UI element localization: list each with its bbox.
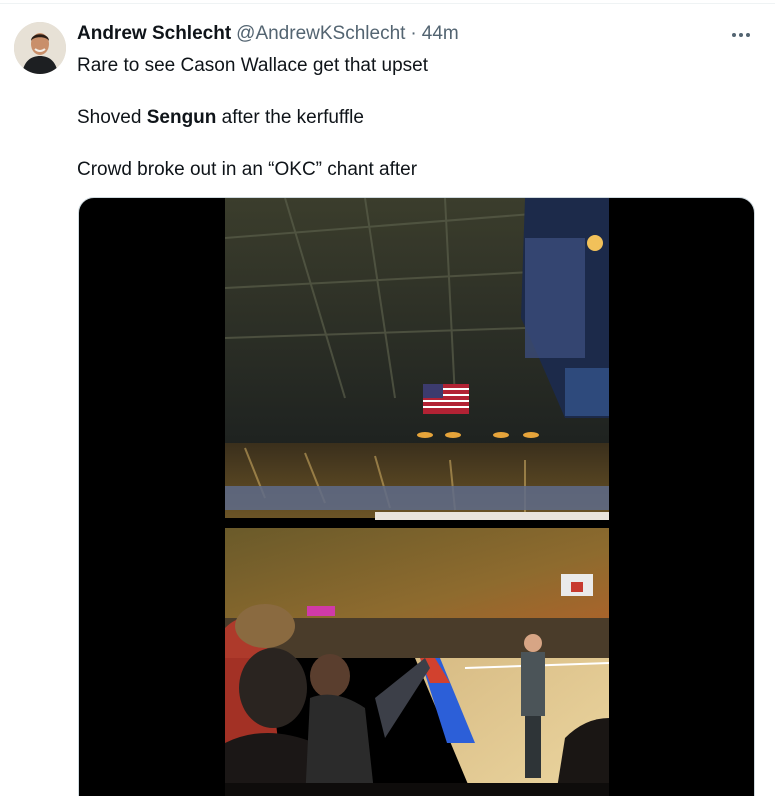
video-thumbnail[interactable] — [225, 198, 609, 796]
tweet-header: Andrew Schlecht @AndrewKSchlecht · 44m — [77, 22, 459, 46]
header-separator: · — [410, 23, 417, 44]
tweet-line-3: Crowd broke out in an “OKC” chant after — [77, 159, 418, 180]
tweet-line-2-bold: Sengun — [146, 107, 217, 128]
tweet-line-1: Rare to see Cason Wallace get that upset — [77, 55, 428, 76]
tweet-video[interactable] — [78, 197, 755, 796]
author-display-name[interactable]: Andrew Schlecht — [77, 23, 231, 45]
tweet[interactable]: Andrew Schlecht @AndrewKSchlecht · 44m R… — [0, 4, 775, 796]
tweet-line-2-prefix: Shoved — [77, 107, 147, 128]
author-handle[interactable]: @AndrewKSchlecht — [236, 23, 405, 45]
tweet-text: Rare to see Cason Wallace get that upset… — [77, 54, 737, 182]
author-avatar[interactable] — [14, 22, 66, 74]
tweet-line-2-suffix: after the kerfuffle — [216, 107, 364, 128]
tweet-line-2: Shoved Sengun after the kerfuffle — [77, 106, 737, 130]
more-options-icon[interactable] — [727, 24, 755, 46]
tweet-timestamp[interactable]: 44m — [422, 23, 459, 45]
